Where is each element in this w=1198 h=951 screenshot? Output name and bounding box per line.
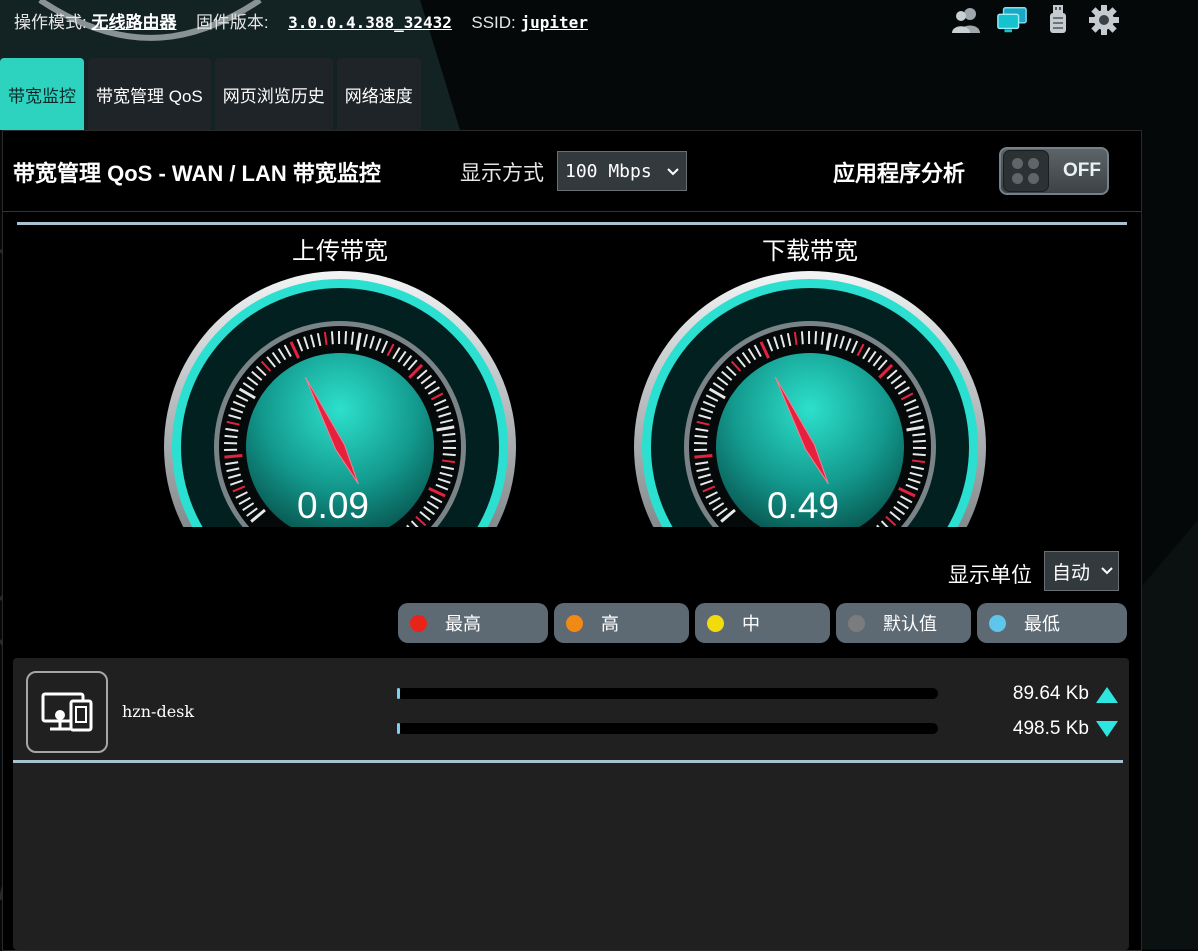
upload-arrow-icon bbox=[1096, 687, 1118, 703]
list-divider bbox=[13, 760, 1123, 763]
operation-mode-link[interactable]: 无线路由器 bbox=[91, 13, 176, 32]
chevron-down-icon bbox=[666, 161, 680, 182]
legend-label: 最高 bbox=[445, 610, 481, 636]
display-mode-value: 100 Mbps bbox=[565, 161, 652, 182]
display-unit-value: 自动 bbox=[1052, 558, 1090, 585]
usb-icon[interactable] bbox=[1042, 4, 1074, 36]
app-analysis-label: 应用程序分析 bbox=[833, 156, 965, 188]
tab-speed-test[interactable]: 网络速度 bbox=[337, 58, 421, 130]
legend-default: 默认值 bbox=[836, 603, 971, 643]
legend-label: 高 bbox=[601, 610, 619, 636]
settings-icon[interactable] bbox=[1088, 4, 1120, 36]
operation-mode-label: 操作模式: bbox=[14, 13, 87, 32]
upload-bar bbox=[397, 688, 938, 699]
display-unit-select[interactable]: 自动 bbox=[1044, 551, 1119, 591]
download-gauge-title: 下载带宽 bbox=[630, 231, 990, 266]
ssid-link[interactable]: jupiter bbox=[521, 13, 588, 32]
firmware-version-link[interactable]: 3.0.0.4.388_32432 bbox=[288, 13, 452, 32]
toggle-state-label: OFF bbox=[1063, 160, 1101, 182]
legend-medium: 中 bbox=[695, 603, 830, 643]
priority-dot-icon bbox=[848, 615, 865, 632]
download-gauge-value: 0.49 bbox=[630, 485, 976, 527]
ssid-label: SSID: bbox=[471, 13, 515, 32]
panel-header: 带宽管理 QoS - WAN / LAN 带宽监控 显示方式 100 Mbps … bbox=[3, 131, 1141, 212]
upload-gauge-value: 0.09 bbox=[160, 485, 506, 527]
list-item[interactable]: hzn-desk 89.64 Kb 498.5 Kb bbox=[13, 658, 1129, 760]
display-unit-label: 显示单位 bbox=[948, 559, 1032, 589]
desktop-device-icon[interactable] bbox=[26, 671, 108, 753]
status-bar: 操作模式: 无线路由器 固件版本: 3.0.0.4.388_32432 SSID… bbox=[14, 8, 588, 33]
upload-rate: 89.64 Kb bbox=[989, 683, 1089, 705]
client-name: hzn-desk bbox=[122, 702, 194, 721]
network-map-icon[interactable] bbox=[996, 4, 1028, 36]
priority-dot-icon bbox=[989, 615, 1006, 632]
legend-highest: 最高 bbox=[398, 603, 548, 643]
tab-bar: 带宽监控 带宽管理 QoS 网页浏览历史 网络速度 bbox=[0, 58, 421, 130]
display-mode-select[interactable]: 100 Mbps bbox=[557, 151, 687, 191]
download-arrow-icon bbox=[1096, 721, 1118, 737]
download-gauge: 下载带宽 0.49 bbox=[630, 231, 990, 531]
upload-gauge: 上传带宽 0.09 bbox=[160, 231, 520, 531]
priority-dot-icon bbox=[707, 615, 724, 632]
toggle-knob-icon bbox=[1003, 150, 1049, 192]
main-panel: 带宽管理 QoS - WAN / LAN 带宽监控 显示方式 100 Mbps … bbox=[2, 130, 1142, 951]
legend-high: 高 bbox=[554, 603, 689, 643]
page-title: 带宽管理 QoS - WAN / LAN 带宽监控 bbox=[13, 156, 381, 188]
client-list: hzn-desk 89.64 Kb 498.5 Kb bbox=[13, 658, 1129, 950]
legend-label: 中 bbox=[742, 610, 760, 636]
tab-bandwidth-monitor[interactable]: 带宽监控 bbox=[0, 58, 84, 130]
firmware-label: 固件版本: bbox=[196, 13, 269, 32]
upload-gauge-title: 上传带宽 bbox=[160, 231, 520, 266]
download-rate: 498.5 Kb bbox=[989, 718, 1089, 740]
legend-label: 最低 bbox=[1024, 610, 1060, 636]
app-analysis-toggle[interactable]: OFF bbox=[999, 147, 1109, 195]
priority-dot-icon bbox=[410, 615, 427, 632]
chevron-down-icon bbox=[1100, 560, 1114, 582]
download-bar-fill bbox=[397, 723, 400, 734]
display-mode-label: 显示方式 bbox=[460, 157, 544, 187]
top-icon-bar bbox=[950, 4, 1120, 36]
header-divider bbox=[17, 222, 1127, 225]
tab-web-history[interactable]: 网页浏览历史 bbox=[215, 58, 333, 130]
priority-dot-icon bbox=[566, 615, 583, 632]
legend-label: 默认值 bbox=[883, 610, 937, 636]
legend-lowest: 最低 bbox=[977, 603, 1127, 643]
tab-qos[interactable]: 带宽管理 QoS bbox=[88, 58, 211, 130]
priority-legend: 最高 高 中 默认值 最低 bbox=[398, 603, 1127, 643]
users-icon[interactable] bbox=[950, 4, 982, 36]
upload-bar-fill bbox=[397, 688, 400, 699]
download-bar bbox=[397, 723, 938, 734]
